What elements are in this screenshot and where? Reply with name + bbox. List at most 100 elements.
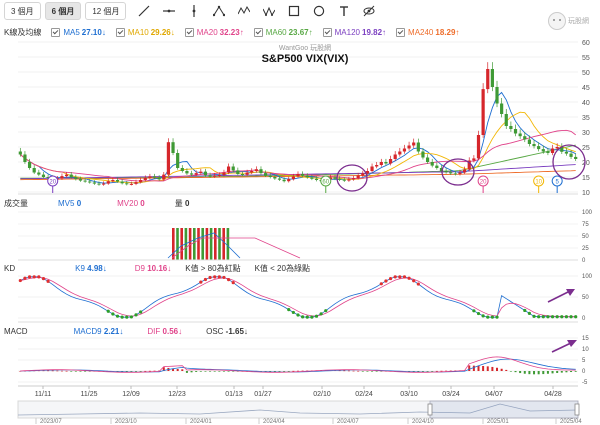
- candlestick: [282, 179, 286, 182]
- osc-bar: [496, 367, 499, 371]
- date-axis-tick: 11/25: [81, 391, 98, 398]
- volume-bar: [193, 228, 196, 260]
- osc-bar: [185, 371, 188, 373]
- osc-bar: [144, 370, 147, 372]
- kd-low-dot: [541, 315, 545, 319]
- osc-bar: [204, 371, 207, 372]
- candlestick: [23, 154, 27, 162]
- kd-high-dot: [231, 281, 235, 285]
- kd-low-dot: [569, 315, 573, 319]
- candlestick: [88, 181, 92, 183]
- price-axis-tick: 10: [582, 190, 590, 197]
- candlestick: [157, 177, 161, 180]
- osc-bar: [70, 371, 73, 372]
- osc-bar: [283, 371, 286, 372]
- date-axis-tick: 03/10: [400, 391, 418, 398]
- candlestick: [421, 151, 425, 158]
- kd-axis-tick: 100: [582, 274, 593, 280]
- candlestick: [569, 153, 573, 157]
- kd-low-dot: [481, 314, 485, 318]
- candlestick: [129, 183, 133, 185]
- candlestick: [143, 177, 147, 180]
- osc-bar: [139, 371, 142, 372]
- candlestick: [171, 142, 175, 153]
- kd-low-dot: [495, 315, 499, 319]
- price-axis-tick: 40: [582, 100, 590, 107]
- candlestick: [532, 144, 536, 147]
- kd-low-dot: [125, 315, 129, 319]
- candlestick: [139, 180, 143, 183]
- osc-bar: [361, 371, 364, 372]
- osc-bar: [486, 366, 489, 371]
- osc-bar: [195, 371, 198, 372]
- osc-bar: [537, 371, 540, 375]
- candlestick: [458, 172, 462, 174]
- candlestick: [388, 159, 393, 164]
- osc-bar: [135, 371, 138, 372]
- candlestick: [111, 180, 115, 182]
- candlestick: [166, 142, 171, 175]
- candlestick: [555, 147, 559, 149]
- kd-high-dot: [203, 277, 208, 282]
- osc-bar: [505, 369, 508, 371]
- candlestick: [407, 145, 411, 149]
- volume-bar: [205, 228, 209, 260]
- osc-bar: [366, 371, 369, 372]
- price-axis-tick: 55: [582, 55, 590, 62]
- navigator-tick: 2024/04: [263, 419, 285, 425]
- navigator-tick: 2024/07: [337, 419, 359, 425]
- osc-bar: [218, 371, 221, 372]
- kd-low-dot: [134, 313, 138, 317]
- kd-low-dot: [314, 314, 319, 318]
- candlestick: [301, 174, 305, 176]
- kd-high-dot: [41, 276, 46, 281]
- kd-high-dot: [199, 280, 203, 284]
- date-axis-tick: 03/24: [442, 391, 460, 398]
- candlestick: [273, 177, 277, 179]
- osc-bar: [74, 371, 77, 372]
- candlestick: [60, 176, 64, 179]
- candlestick: [78, 179, 83, 181]
- candlestick: [435, 165, 439, 168]
- navigator-tick: 2024/01: [190, 419, 212, 425]
- kd-low-dot: [532, 314, 536, 318]
- kd-low-dot: [564, 315, 569, 319]
- kd-axis-tick: 50: [582, 295, 589, 301]
- volume-axis-tick: 75: [582, 222, 589, 228]
- candlestick: [245, 172, 249, 175]
- osc-bar: [292, 370, 295, 372]
- kd-low-dot: [319, 312, 323, 316]
- candlestick: [500, 103, 504, 114]
- candlestick: [463, 169, 467, 173]
- volume-bar: [176, 228, 179, 260]
- candlestick: [518, 133, 522, 137]
- date-axis-tick: 11/11: [35, 391, 52, 398]
- kd-high-dot: [213, 275, 217, 279]
- candlestick: [213, 175, 217, 177]
- candlestick: [250, 171, 254, 173]
- osc-bar: [209, 371, 212, 372]
- candlestick: [310, 177, 314, 179]
- candlestick: [217, 174, 221, 176]
- navigator-handle-right: [574, 403, 580, 416]
- candlestick: [486, 69, 490, 90]
- candlestick: [41, 174, 46, 177]
- chart-title: S&P500 VIX(VIX): [262, 53, 349, 65]
- candlestick: [27, 162, 32, 168]
- kd-low-dot: [296, 313, 300, 317]
- kd-low-dot: [129, 315, 133, 319]
- candlestick: [102, 183, 106, 185]
- kd-low-dot: [523, 308, 527, 313]
- navigator-tick: 2023/10: [115, 419, 137, 425]
- stock-chart[interactable]: 1015202530354045505560WantGoo 玩股網S&P500 …: [0, 0, 600, 425]
- candlestick: [333, 177, 337, 179]
- date-axis-tick: 02/24: [355, 391, 373, 398]
- kd-high-dot: [217, 275, 221, 279]
- osc-bar: [297, 370, 299, 372]
- osc-bar: [375, 371, 378, 372]
- kd-high-dot: [23, 276, 27, 280]
- osc-bar: [51, 370, 54, 372]
- kd-low-dot: [472, 309, 476, 313]
- volume-bar: [209, 228, 213, 260]
- osc-bar: [47, 370, 50, 372]
